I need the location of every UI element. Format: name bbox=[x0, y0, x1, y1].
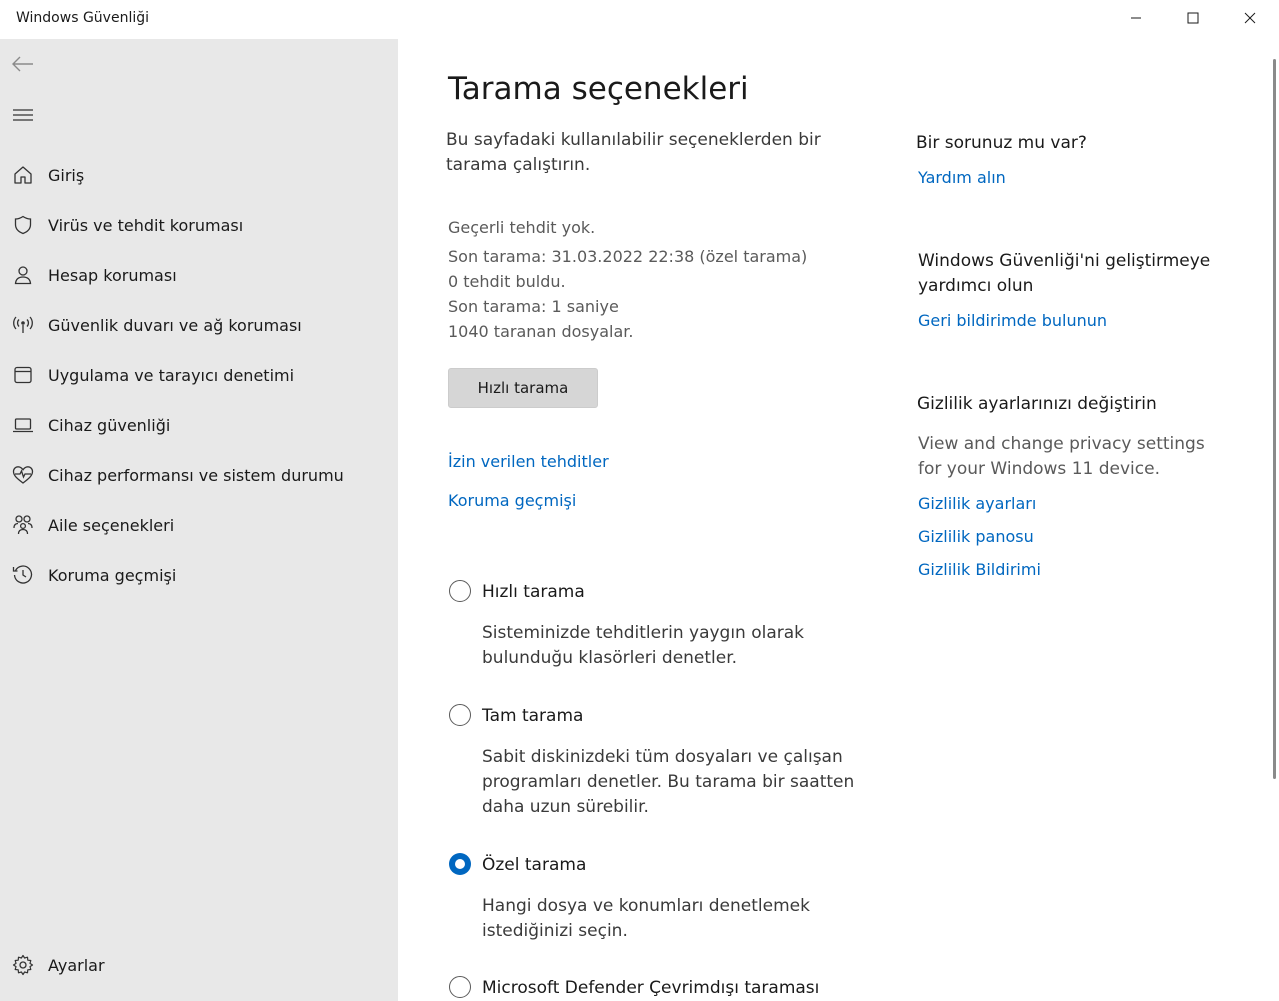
hamburger-icon bbox=[13, 109, 33, 121]
improve-heading-line: yardımcı olun bbox=[918, 276, 1034, 296]
question-heading: Bir sorunuz mu var? bbox=[916, 133, 1087, 153]
scrollbar[interactable] bbox=[1271, 39, 1279, 1001]
privacy-settings-link[interactable]: Gizlilik ayarları bbox=[918, 494, 1036, 513]
page-title: Tarama seçenekleri bbox=[448, 71, 749, 107]
shield-icon bbox=[12, 214, 34, 236]
option-desc-line: bulunduğu klasörleri denetler. bbox=[482, 648, 738, 668]
app-title: Windows Güvenliği bbox=[16, 10, 149, 26]
status-none: Geçerli tehdit yok. bbox=[448, 218, 596, 237]
option-desc-line: daha uzun sürebilir. bbox=[482, 797, 649, 817]
sidebar-item-label: Güvenlik duvarı ve ağ koruması bbox=[48, 315, 302, 335]
sidebar-item-label: Giriş bbox=[48, 165, 85, 185]
sidebar-item-label: Hesap koruması bbox=[48, 265, 177, 285]
quick-scan-description: Sisteminizde tehditlerin yaygın olarak b… bbox=[482, 621, 804, 671]
option-desc-line: Sabit diskinizdeki tüm dosyaları ve çalı… bbox=[482, 747, 843, 767]
scrollbar-thumb[interactable] bbox=[1273, 59, 1276, 779]
custom-scan-description: Hangi dosya ve konumları denetlemek iste… bbox=[482, 894, 810, 944]
sidebar: Giriş Virüs ve tehdit koruması Hesap kor… bbox=[0, 39, 398, 1001]
close-button[interactable] bbox=[1221, 0, 1278, 36]
status-threats-found: 0 tehdit buldu. bbox=[448, 272, 566, 291]
sidebar-item-label: Uygulama ve tarayıcı denetimi bbox=[48, 365, 295, 385]
quick-scan-label[interactable]: Hızlı tarama bbox=[482, 582, 585, 602]
description-line: Bu sayfadaki kullanılabilir seçeneklerde… bbox=[446, 130, 821, 150]
sidebar-item-device-security[interactable]: Cihaz güvenliği bbox=[0, 405, 398, 445]
hamburger-menu-button[interactable] bbox=[6, 100, 40, 130]
sidebar-item-label: Ayarlar bbox=[48, 955, 105, 975]
get-help-link[interactable]: Yardım alın bbox=[918, 168, 1006, 187]
history-icon bbox=[12, 564, 34, 586]
quick-scan-button[interactable]: Hızlı tarama bbox=[448, 368, 598, 408]
laptop-icon bbox=[12, 414, 34, 436]
allowed-threats-link[interactable]: İzin verilen tehditler bbox=[448, 452, 609, 471]
option-desc-line: Hangi dosya ve konumları denetlemek bbox=[482, 896, 810, 916]
description-line: tarama çalıştırın. bbox=[446, 155, 591, 175]
sidebar-item-settings[interactable]: Ayarlar bbox=[0, 945, 398, 985]
sidebar-item-account-protection[interactable]: Hesap koruması bbox=[0, 255, 398, 295]
quick-scan-radio[interactable] bbox=[449, 580, 471, 602]
improve-heading: Windows Güvenliği'ni geliştirmeye yardım… bbox=[918, 249, 1210, 299]
privacy-text-line: for your Windows 11 device. bbox=[918, 459, 1160, 479]
family-icon bbox=[12, 514, 34, 536]
protection-history-link[interactable]: Koruma geçmişi bbox=[448, 491, 576, 510]
option-desc-line: istediğinizi seçin. bbox=[482, 921, 628, 941]
maximize-button[interactable] bbox=[1164, 0, 1221, 36]
offline-scan-label[interactable]: Microsoft Defender Çevrimdışı taraması bbox=[482, 978, 819, 998]
option-desc-line: Sisteminizde tehditlerin yaygın olarak bbox=[482, 623, 805, 643]
feedback-link[interactable]: Geri bildirimde bulunun bbox=[918, 311, 1107, 330]
minimize-button[interactable] bbox=[1107, 0, 1164, 36]
sidebar-item-label: Cihaz güvenliği bbox=[48, 415, 171, 435]
close-icon bbox=[1244, 12, 1255, 24]
sidebar-item-virus-protection[interactable]: Virüs ve tehdit koruması bbox=[0, 205, 398, 245]
person-icon bbox=[12, 264, 34, 286]
sidebar-item-label: Aile seçenekleri bbox=[48, 515, 175, 535]
status-files-scanned: 1040 taranan dosyalar. bbox=[448, 322, 634, 341]
home-icon bbox=[12, 164, 34, 186]
full-scan-radio[interactable] bbox=[449, 704, 471, 726]
app-window-icon bbox=[12, 364, 34, 386]
status-last-scan: Son tarama: 31.03.2022 22:38 (özel taram… bbox=[448, 247, 808, 266]
sidebar-item-home[interactable]: Giriş bbox=[0, 155, 398, 195]
status-scan-duration: Son tarama: 1 saniye bbox=[448, 297, 619, 316]
custom-scan-label[interactable]: Özel tarama bbox=[482, 855, 586, 875]
sidebar-item-device-performance[interactable]: Cihaz performansı ve sistem durumu bbox=[0, 455, 398, 495]
privacy-heading: Gizlilik ayarlarınızı değiştirin bbox=[917, 394, 1157, 414]
heart-pulse-icon bbox=[12, 464, 34, 486]
back-arrow-icon bbox=[12, 56, 33, 72]
title-bar: Windows Güvenliği bbox=[0, 0, 1279, 39]
sidebar-item-protection-history[interactable]: Koruma geçmişi bbox=[0, 555, 398, 595]
sidebar-item-app-browser-control[interactable]: Uygulama ve tarayıcı denetimi bbox=[0, 355, 398, 395]
sidebar-item-firewall[interactable]: Güvenlik duvarı ve ağ koruması bbox=[0, 305, 398, 345]
sidebar-item-label: Cihaz performansı ve sistem durumu bbox=[48, 465, 344, 485]
privacy-text-line: View and change privacy settings bbox=[918, 434, 1205, 454]
privacy-statement-link[interactable]: Gizlilik Bildirimi bbox=[918, 560, 1041, 579]
gear-icon bbox=[12, 954, 34, 976]
custom-scan-radio[interactable] bbox=[449, 853, 471, 875]
full-scan-description: Sabit diskinizdeki tüm dosyaları ve çalı… bbox=[482, 745, 854, 820]
back-button[interactable] bbox=[6, 49, 40, 79]
sidebar-item-family-options[interactable]: Aile seçenekleri bbox=[0, 505, 398, 545]
privacy-dashboard-link[interactable]: Gizlilik panosu bbox=[918, 527, 1034, 546]
maximize-icon bbox=[1187, 12, 1198, 24]
main-content: Tarama seçenekleri Bu sayfadaki kullanıl… bbox=[398, 39, 1271, 1001]
offline-scan-radio[interactable] bbox=[449, 976, 471, 998]
sidebar-item-label: Koruma geçmişi bbox=[48, 565, 177, 585]
sidebar-item-label: Virüs ve tehdit koruması bbox=[48, 215, 244, 235]
antenna-icon bbox=[12, 314, 34, 336]
full-scan-label[interactable]: Tam tarama bbox=[482, 706, 583, 726]
improve-heading-line: Windows Güvenliği'ni geliştirmeye bbox=[918, 251, 1211, 271]
option-desc-line: programları denetler. Bu tarama bir saat… bbox=[482, 772, 855, 792]
minimize-icon bbox=[1130, 17, 1141, 19]
page-description: Bu sayfadaki kullanılabilir seçeneklerde… bbox=[446, 128, 821, 178]
privacy-text: View and change privacy settings for you… bbox=[918, 432, 1205, 482]
